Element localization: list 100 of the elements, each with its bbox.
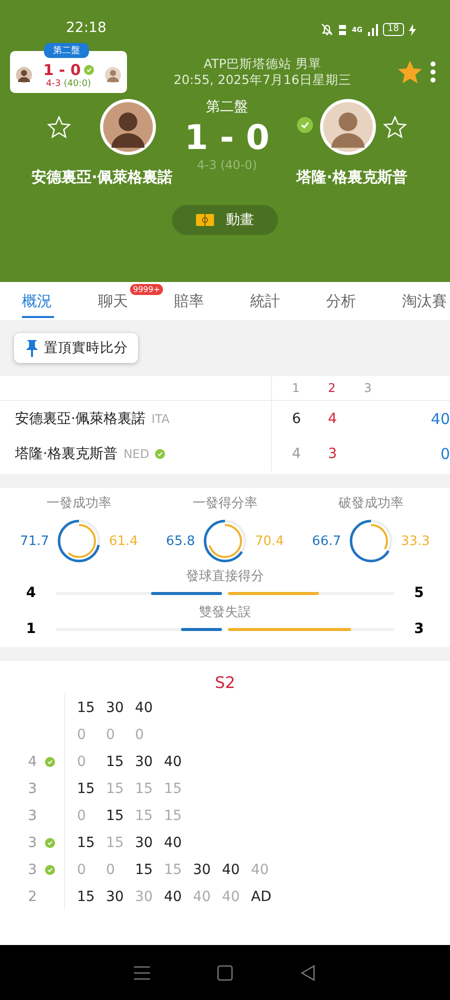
follow-star-icon[interactable] (47, 115, 71, 139)
stat-value: 4 (25, 585, 37, 601)
stat-value: 70.4 (255, 534, 284, 548)
point-score: 15 (106, 808, 125, 824)
stat-label: 雙發失誤 (199, 604, 251, 621)
back-icon[interactable] (300, 964, 316, 980)
stat-value: 61.4 (109, 534, 138, 548)
status-time: 22:18 (66, 20, 106, 36)
tournament-name: ATP巴斯塔德站 男單 (204, 56, 322, 72)
point-score: 40 (164, 834, 183, 850)
point-score: 15 (77, 888, 96, 904)
point-score: 0 (106, 862, 116, 878)
menu-icon[interactable] (134, 966, 150, 980)
home-icon[interactable] (216, 964, 233, 980)
point-score: 15 (77, 700, 96, 716)
set-score: 6 (292, 410, 301, 426)
game-count: 4 (28, 754, 37, 770)
player-avatar-icon (99, 98, 157, 156)
tab[interactable]: 分析 (326, 282, 402, 320)
avatar-icon (16, 67, 32, 83)
point-score: 40 (251, 862, 270, 878)
game-count: 3 (28, 780, 37, 796)
signal-icon (368, 24, 378, 36)
favorite-star-icon[interactable] (398, 60, 422, 84)
ring-chart-icon (201, 517, 249, 565)
battery-level: 18 (382, 23, 404, 36)
point-score: 40 (222, 888, 241, 904)
set-label: 第二盤 (206, 98, 248, 116)
game-score: 4-3 (40-0) (196, 158, 257, 172)
ring-chart-icon (55, 517, 103, 565)
match-datetime: 20:55, 2025年7月16日星期三 (174, 72, 352, 88)
point-score: 0 (439, 444, 450, 462)
tab[interactable]: 聊天 9999+ (98, 282, 174, 320)
tab[interactable]: 統計 (250, 282, 326, 320)
set-score: 4 (292, 446, 301, 462)
set-number: 3 (364, 381, 373, 395)
avatar-icon (104, 67, 121, 83)
pin-icon (26, 339, 38, 357)
point-score: 40 (430, 410, 450, 428)
point-score: 0 (77, 754, 87, 770)
ring-chart-icon (347, 517, 395, 565)
stat-label: 破發成功率 (338, 495, 404, 512)
stat-value: 3 (413, 621, 425, 637)
player-name: 安德裏亞·佩萊格裏諾 (32, 168, 172, 187)
animation-button[interactable]: 動畫 (172, 205, 278, 235)
point-score: 40 (164, 888, 183, 904)
point-score: 15 (164, 862, 183, 878)
point-score: 15 (135, 808, 154, 824)
game-count: 3 (28, 808, 37, 824)
point-score: 30 (106, 888, 125, 904)
set-tag: 第二盤 (44, 43, 89, 58)
country-code: ITA (151, 412, 170, 426)
player-name: 塔隆·格裏克斯普 (296, 168, 408, 187)
point-score: 15 (106, 780, 125, 796)
stat-value: 66.7 (312, 534, 341, 548)
point-score: 30 (135, 754, 154, 770)
point-score: 0 (77, 862, 87, 878)
player-avatar-icon (318, 98, 377, 156)
tab[interactable]: 賠率 (174, 282, 250, 320)
player-name: 塔隆·格裏克斯普 (15, 444, 118, 462)
set-title: S2 (214, 673, 236, 692)
point-score: 30 (193, 862, 212, 878)
stat-value: 33.3 (401, 534, 430, 548)
stat-label: 一發得分率 (192, 495, 258, 512)
point-score: 30 (135, 888, 154, 904)
count-badge: 9999+ (130, 284, 164, 295)
point-score: 0 (77, 726, 87, 742)
point-score: AD (251, 888, 272, 904)
mini-games: 4-3 (46, 79, 61, 89)
set-number: 1 (292, 381, 301, 395)
set-score: 1 - 0 (184, 118, 270, 158)
serve-ball-icon (84, 65, 94, 75)
set-score: 3 (328, 446, 337, 462)
stat-value: 65.8 (166, 534, 195, 548)
set-score: 4 (328, 410, 337, 426)
set-number: 2 (328, 381, 337, 395)
country-code: NED (123, 446, 150, 460)
point-score: 0 (135, 726, 145, 742)
point-score: 15 (164, 780, 183, 796)
charging-icon (409, 24, 416, 36)
more-menu-icon[interactable] (430, 61, 436, 83)
point-score: 30 (106, 700, 125, 716)
point-score: 15 (77, 834, 96, 850)
point-score: 40 (222, 862, 241, 878)
stat-value: 1 (25, 621, 37, 637)
tab[interactable]: 概況 (22, 282, 98, 320)
point-score: 15 (77, 780, 96, 796)
follow-star-icon[interactable] (382, 115, 407, 139)
point-score: 15 (106, 754, 125, 770)
game-count: 3 (28, 834, 37, 850)
pitch-icon (196, 214, 214, 226)
mini-points: (40:0) (64, 79, 91, 89)
stat-label: 一發成功率 (46, 495, 112, 512)
tab[interactable]: 淘汰賽 (402, 282, 447, 320)
game-count: 2 (28, 888, 37, 904)
pin-score-button[interactable]: 置頂實時比分 (14, 333, 138, 363)
point-score: 15 (106, 834, 125, 850)
point-score: 0 (106, 726, 116, 742)
point-score: 30 (135, 834, 154, 850)
player-name: 安德裏亞·佩萊格裏諾 (15, 410, 146, 428)
